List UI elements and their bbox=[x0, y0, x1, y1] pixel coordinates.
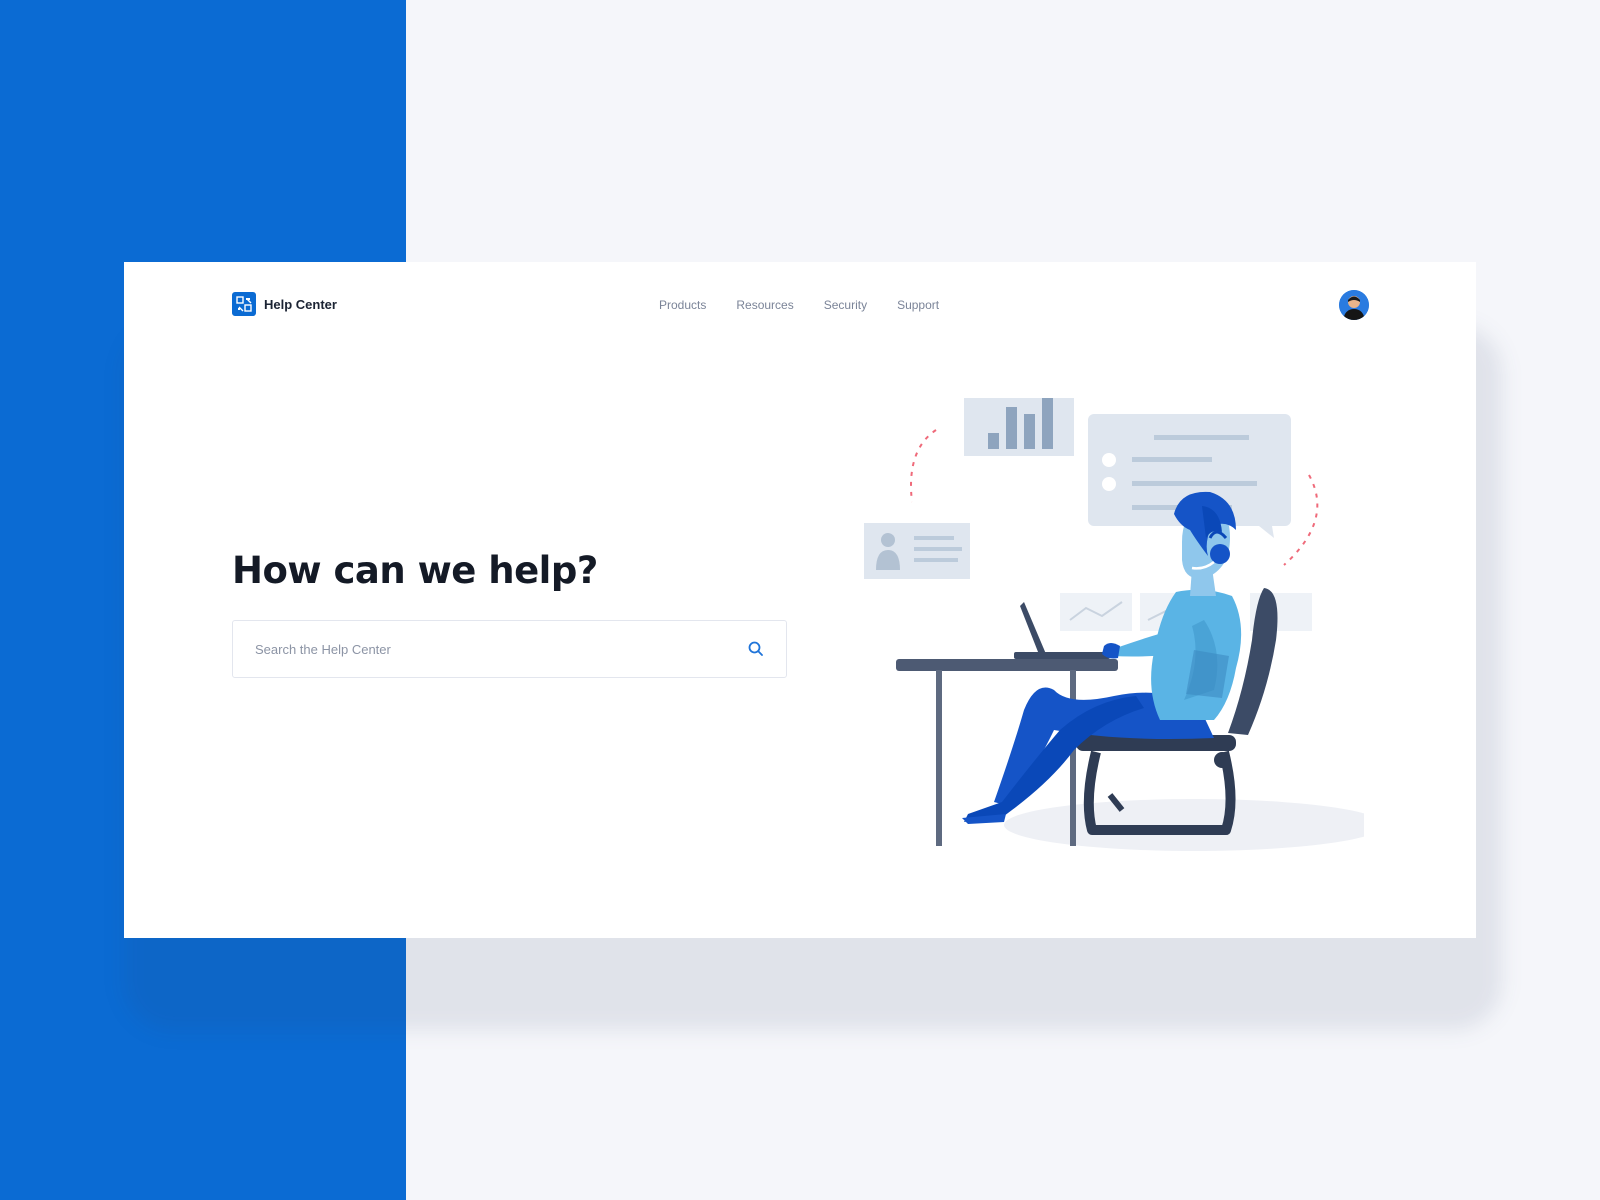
nav-link-support[interactable]: Support bbox=[897, 298, 939, 312]
help-center-card: Help Center Products Resources Security … bbox=[124, 262, 1476, 938]
help-center-logo-icon bbox=[232, 292, 256, 316]
page-title: How can we help? bbox=[232, 549, 598, 592]
support-agent-illustration bbox=[864, 398, 1364, 851]
brand-name: Help Center bbox=[264, 296, 337, 312]
search-bar bbox=[232, 620, 787, 678]
search-input[interactable] bbox=[253, 640, 746, 658]
user-avatar[interactable] bbox=[1339, 290, 1369, 320]
brand[interactable]: Help Center bbox=[232, 292, 337, 316]
nav-link-products[interactable]: Products bbox=[659, 298, 706, 312]
bar-chart-card bbox=[964, 398, 1074, 456]
nav-link-security[interactable]: Security bbox=[824, 298, 867, 312]
top-nav: Products Resources Security Support bbox=[659, 298, 939, 312]
nav-link-resources[interactable]: Resources bbox=[736, 298, 793, 312]
search-icon[interactable] bbox=[746, 639, 766, 659]
profile-card bbox=[864, 523, 970, 579]
